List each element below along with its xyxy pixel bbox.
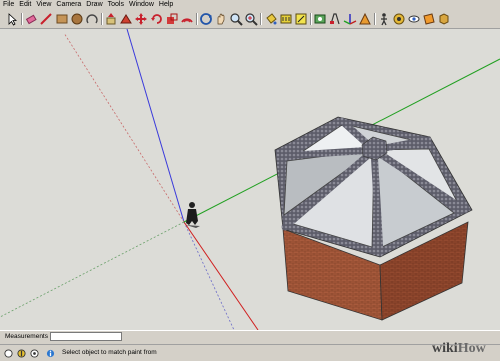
circle-icon[interactable] [70, 12, 84, 26]
zoom-icon[interactable] [229, 12, 243, 26]
geo-location-icon[interactable] [4, 349, 13, 358]
position-camera-icon[interactable] [392, 12, 406, 26]
user-icon[interactable] [30, 349, 39, 358]
status-message: Select object to match paint from [62, 349, 157, 356]
push-pull-icon[interactable] [104, 12, 118, 26]
measurements-input[interactable] [50, 332, 122, 341]
arc-icon[interactable] [85, 12, 99, 26]
measurements-label: Measurements [5, 333, 48, 340]
section-plane-icon[interactable] [422, 12, 436, 26]
axes-icon[interactable] [343, 12, 357, 26]
components-icon[interactable] [437, 12, 451, 26]
menu-help[interactable]: Help [159, 1, 173, 8]
scale-icon[interactable] [165, 12, 179, 26]
credits-icon[interactable] [17, 349, 26, 358]
measurements-bar: Measurements [0, 330, 500, 344]
help-icon[interactable] [46, 349, 55, 358]
red-axis-dashed-line [63, 32, 185, 223]
pan-icon[interactable] [214, 12, 228, 26]
pencil-line-icon[interactable] [39, 12, 53, 26]
drawing-viewport[interactable] [0, 29, 500, 330]
wikihow-watermark: wikiHow [432, 341, 486, 356]
red-axis-line [183, 221, 259, 330]
select-arrow-icon[interactable] [5, 12, 19, 26]
rotate-icon[interactable] [150, 12, 164, 26]
gazebo-model[interactable] [274, 116, 473, 321]
paint-bucket-icon[interactable] [264, 12, 278, 26]
3d-text-icon[interactable] [358, 12, 372, 26]
menu-bar: File Edit View Camera Draw Tools Window Help [0, 0, 500, 10]
main-toolbar [0, 10, 500, 29]
menu-window[interactable]: Window [129, 1, 154, 8]
move-icon[interactable] [134, 12, 148, 26]
menu-view[interactable]: View [36, 1, 51, 8]
offset-icon[interactable] [180, 12, 194, 26]
zoom-extents-icon[interactable] [244, 12, 258, 26]
eraser-icon[interactable] [24, 12, 38, 26]
blue-axis-dashed-line [183, 221, 235, 330]
dimension-icon[interactable] [294, 12, 308, 26]
follow-me-icon[interactable] [119, 12, 133, 26]
look-around-icon[interactable] [407, 12, 421, 26]
rectangle-icon[interactable] [55, 12, 69, 26]
menu-edit[interactable]: Edit [19, 1, 31, 8]
status-bar: Select object to match paint from [0, 344, 500, 361]
text-icon[interactable] [328, 12, 342, 26]
blue-axis-line [126, 29, 185, 223]
menu-tools[interactable]: Tools [108, 1, 124, 8]
menu-draw[interactable]: Draw [86, 1, 102, 8]
green-axis-dashed-line [0, 221, 185, 318]
tape-measure-icon[interactable] [279, 12, 293, 26]
walk-icon[interactable] [377, 12, 391, 26]
orbit-icon[interactable] [199, 12, 213, 26]
menu-camera[interactable]: Camera [56, 1, 81, 8]
protractor-icon[interactable] [313, 12, 327, 26]
menu-file[interactable]: File [3, 1, 14, 8]
